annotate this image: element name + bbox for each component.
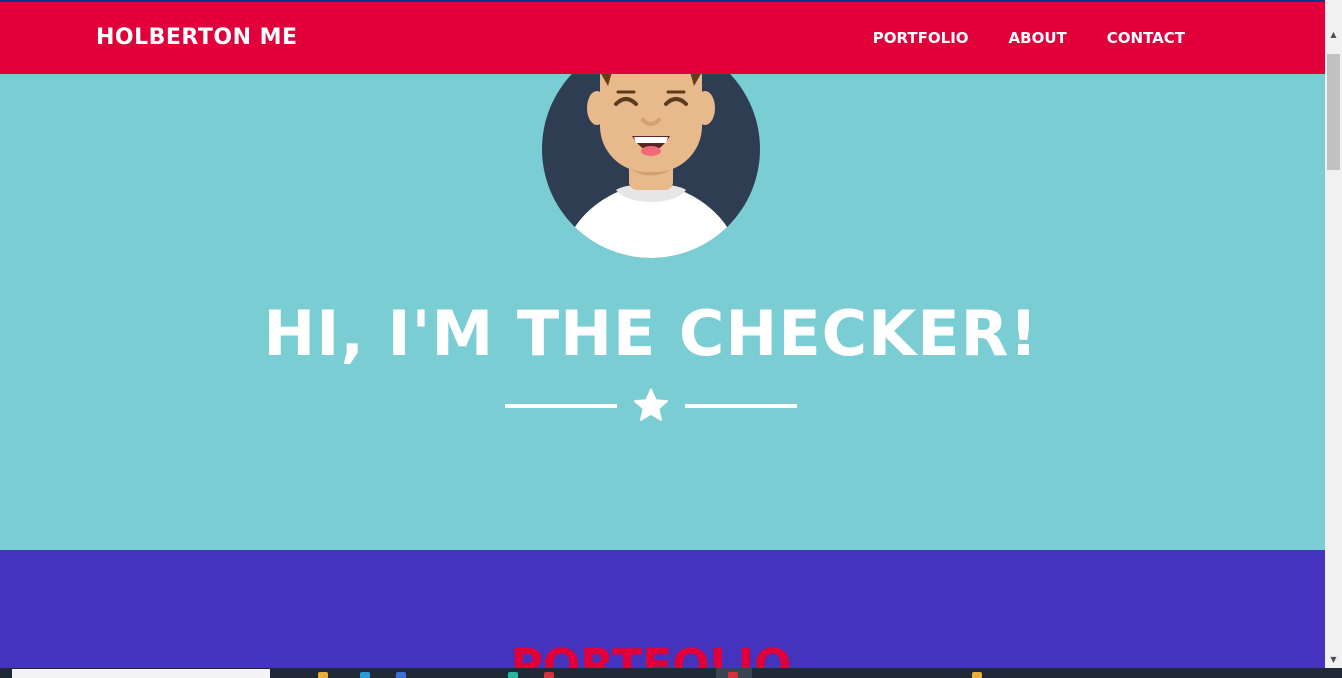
scroll-thumb[interactable] [1327, 54, 1340, 170]
divider-line-right [685, 404, 797, 408]
brand-link[interactable]: HOLBERTON ME [96, 24, 298, 52]
taskbar-search-box[interactable] [12, 669, 270, 678]
nav-link-about[interactable]: ABOUT [1009, 28, 1067, 48]
scroll-up-arrow-icon[interactable]: ▲ [1325, 26, 1342, 43]
nav-link-contact[interactable]: CONTACT [1107, 28, 1185, 48]
hero-title: HI, I'M THE CHECKER! [263, 297, 1039, 370]
page: HI, I'M THE CHECKER! PORTFOLIO HOLBERTON… [0, 0, 1342, 678]
nav-link-portfolio[interactable]: PORTFOLIO [873, 28, 969, 48]
taskbar-app-icon[interactable] [360, 672, 370, 678]
vertical-scrollbar[interactable]: ▲ ▼ [1325, 0, 1342, 668]
hero-section: HI, I'M THE CHECKER! [0, 0, 1325, 550]
taskbar-app-icon[interactable] [972, 672, 982, 678]
taskbar-app-icon[interactable] [318, 672, 328, 678]
os-taskbar [0, 668, 1342, 678]
taskbar-app-icon[interactable] [544, 672, 554, 678]
star-icon [634, 388, 668, 421]
hero-divider [505, 388, 797, 426]
taskbar-app-icon[interactable] [728, 672, 738, 678]
scroll-down-arrow-icon[interactable]: ▼ [1325, 651, 1342, 668]
nav-links: PORTFOLIO ABOUT CONTACT [833, 28, 1185, 48]
divider-line-left [505, 404, 617, 408]
taskbar-app-icon[interactable] [508, 672, 518, 678]
portfolio-section: PORTFOLIO [0, 550, 1325, 678]
taskbar-app-icon[interactable] [396, 672, 406, 678]
navbar: HOLBERTON ME PORTFOLIO ABOUT CONTACT [0, 0, 1325, 74]
